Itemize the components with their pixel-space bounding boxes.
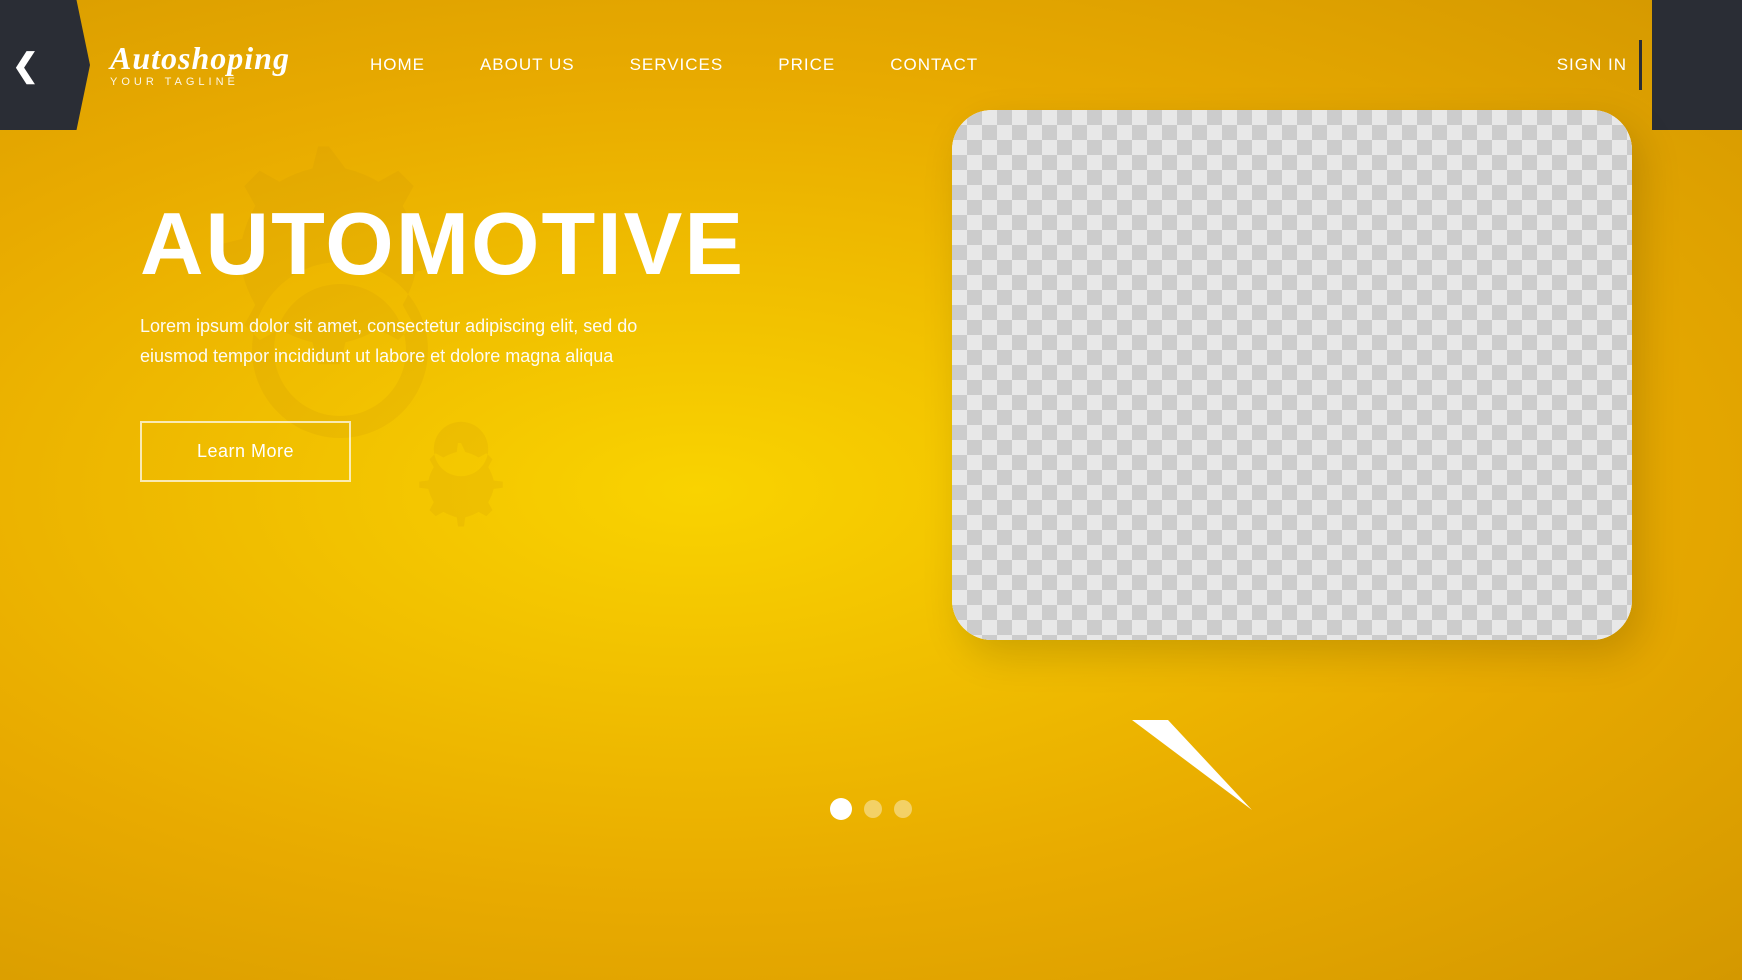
speech-bubble-container (952, 110, 1652, 730)
bubble-tail-shape (1132, 720, 1252, 810)
nav-services[interactable]: SERVICES (630, 55, 724, 75)
hero-content: AUTOMOTIVE Lorem ipsum dolor sit amet, c… (140, 200, 660, 482)
logo-text[interactable]: Autoshoping (110, 42, 290, 74)
slide-dot-1[interactable] (830, 798, 852, 820)
nav-home[interactable]: HOME (370, 55, 425, 75)
hero-title: AUTOMOTIVE (140, 200, 660, 288)
hero-description: Lorem ipsum dolor sit amet, consectetur … (140, 312, 660, 371)
page-wrapper: ❮ Autoshoping YOUR TAGLINE HOME ABOUT US… (0, 0, 1742, 980)
nav-links: HOME ABOUT US SERVICES PRICE CONTACT (370, 55, 1557, 75)
nav-contact[interactable]: CONTACT (890, 55, 978, 75)
logo-tagline: YOUR TAGLINE (110, 76, 290, 88)
nav-divider (1639, 40, 1642, 90)
nav-price[interactable]: PRICE (778, 55, 835, 75)
slide-dot-3[interactable] (894, 800, 912, 818)
sign-in-area: SIGN IN (1557, 40, 1642, 90)
navbar: Autoshoping YOUR TAGLINE HOME ABOUT US S… (0, 0, 1742, 130)
sign-in-button[interactable]: SIGN IN (1557, 55, 1627, 75)
logo-area: Autoshoping YOUR TAGLINE (110, 42, 290, 88)
nav-about[interactable]: ABOUT US (480, 55, 575, 75)
slide-indicator (830, 798, 912, 820)
image-placeholder (952, 110, 1632, 640)
slide-dot-2[interactable] (864, 800, 882, 818)
learn-more-button[interactable]: Learn More (140, 421, 351, 482)
speech-bubble (952, 110, 1632, 640)
